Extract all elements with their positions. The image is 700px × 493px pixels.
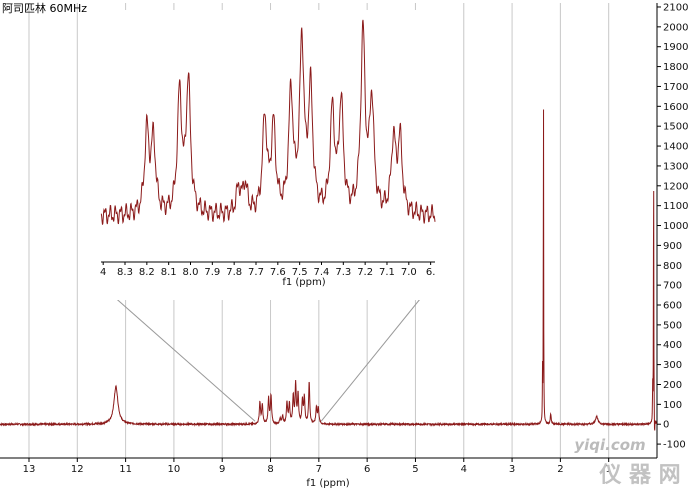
y-tick-label-8: 700 (663, 281, 682, 292)
y-tick-label-4: 300 (663, 360, 682, 371)
y-tick-label-7: 600 (663, 301, 682, 312)
inset-x-tick-label-12: 7.2 (357, 267, 373, 278)
inset-x-tick-label-3: 8.1 (161, 267, 177, 278)
y-tick-label-10: 900 (663, 241, 682, 252)
y-tick-label-5: 400 (663, 340, 682, 351)
main-x-tick-label-11: 2 (557, 464, 563, 475)
y-tick-label-16: 1500 (663, 122, 688, 133)
main-x-tick-label-1: 12 (71, 464, 84, 475)
inset-x-tick-label-5: 7.9 (204, 267, 220, 278)
main-x-tick-label-5: 8 (267, 464, 273, 475)
inset-x-tick-label-15: 6. (426, 267, 436, 278)
watermark-site: yiqi.com (574, 436, 645, 454)
y-tick-label-11: 1000 (663, 221, 688, 232)
inset-x-tick-label-11: 7.3 (335, 267, 351, 278)
main-x-tick-label-4: 9 (219, 464, 225, 475)
y-tick-label-13: 1200 (663, 181, 688, 192)
y-tick-label-0: -100 (663, 440, 686, 451)
main-x-tick-label-2: 11 (119, 464, 132, 475)
inset-x-tick-label-13: 7.1 (379, 267, 395, 278)
inset-x-tick-label-7: 7.7 (248, 267, 264, 278)
y-tick-label-15: 1400 (663, 142, 688, 153)
main-x-tick-label-6: 7 (316, 464, 322, 475)
inset-x-axis-label: f1 (ppm) (282, 277, 325, 288)
y-tick-label-20: 1900 (663, 42, 688, 53)
main-x-tick-label-10: 3 (509, 464, 515, 475)
y-tick-label-22: 2100 (663, 2, 688, 13)
main-x-tick-label-8: 5 (412, 464, 418, 475)
inset-x-tick-label-6: 7.8 (226, 267, 242, 278)
y-tick-label-19: 1800 (663, 62, 688, 73)
main-x-tick-label-0: 13 (23, 464, 36, 475)
y-tick-label-9: 800 (663, 261, 682, 272)
main-x-axis: 13 12 11 10 9 8 7 6 5 4 3 2 1 (0, 457, 657, 475)
nmr-plot: 13 12 11 10 9 8 7 6 5 4 3 2 1 -100010020030040050060… (0, 1, 688, 489)
y-tick-label-14: 1300 (663, 161, 688, 172)
main-x-axis-label: f1 (ppm) (306, 478, 349, 489)
inset-x-tick-label-0: 4 (100, 267, 106, 278)
y-tick-label-2: 100 (663, 400, 682, 411)
y-tick-label-12: 1100 (663, 201, 688, 212)
y-tick-label-21: 2000 (663, 22, 688, 33)
main-x-tick-label-3: 10 (168, 464, 181, 475)
y-tick-label-1: 0 (663, 420, 669, 431)
y-tick-label-17: 1600 (663, 102, 688, 113)
y-tick-label-18: 1700 (663, 82, 688, 93)
watermark-cn: 仪 器 网 (598, 463, 680, 488)
inset-x-tick-label-1: 8.3 (117, 267, 133, 278)
nmr-spectrum-figure: 13 12 11 10 9 8 7 6 5 4 3 2 1 -100 0 100 200 300 400 500 60… (0, 0, 700, 489)
zoom-line-right (320, 282, 434, 422)
y-tick-label-6: 500 (663, 320, 682, 331)
spectrum-title: 阿司匹林 60MHz (2, 1, 87, 15)
main-x-tick-label-7: 6 (364, 464, 370, 475)
inset-x-tick-label-14: 7.0 (401, 267, 417, 278)
y-axis: -100 0 100 200 300 400 500 600 700 800 900 1000 1100… (656, 2, 688, 458)
y-tick-label-3: 200 (663, 380, 682, 391)
inset-x-tick-label-4: 8.0 (183, 267, 199, 278)
main-x-tick-label-9: 4 (461, 464, 467, 475)
inset-x-tick-label-2: 8.2 (139, 267, 155, 278)
